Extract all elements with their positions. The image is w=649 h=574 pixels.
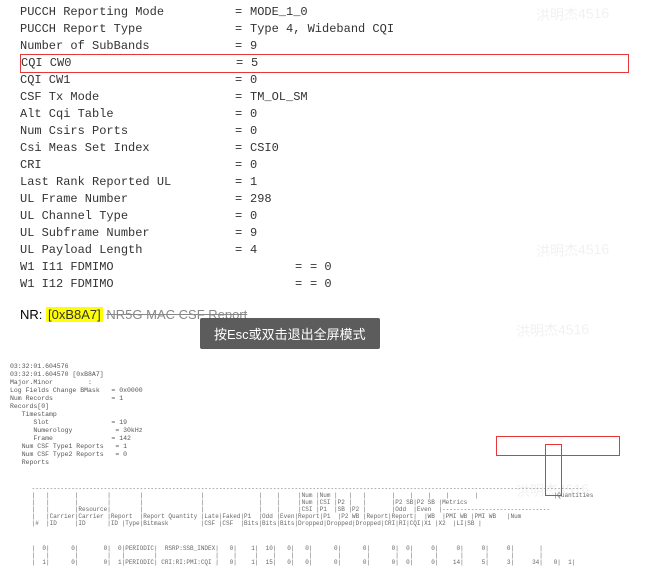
param-row: CSF Tx Mode= TM_OL_SM xyxy=(20,89,629,106)
param-row: W1 I12 FDMIMO= = 0 xyxy=(20,276,629,293)
param-row: UL Payload Length= 4 xyxy=(20,242,629,259)
param-row: UL Frame Number= 298 xyxy=(20,191,629,208)
report-table-rows: | 0| 0| 0| 0|PERIODIC| RSRP:SSB_INDEX| 0… xyxy=(10,545,593,566)
param-row: Num Csirs Ports= 0 xyxy=(20,123,629,140)
param-row: Last Rank Reported UL= 1 xyxy=(20,174,629,191)
log-section: 03:32:01.604576 03:32:01.604570 [0xB8A7]… xyxy=(10,347,593,574)
param-row: CQI CW0= 5 xyxy=(20,54,629,73)
param-row: W1 I11 FDMIMO= = 0 xyxy=(20,259,629,276)
param-row: PUCCH Reporting Mode= MODE_1_0 xyxy=(20,4,629,21)
nr-prefix: NR: xyxy=(20,307,42,322)
param-row: Number of SubBands= 9 xyxy=(20,38,629,55)
param-row: Csi Meas Set Index= CSI0 xyxy=(20,140,629,157)
report-table-header: ----------------------------------------… xyxy=(10,485,593,527)
param-row: UL Channel Type= 0 xyxy=(20,208,629,225)
fullscreen-exit-hint: 按Esc或双击退出全屏模式 xyxy=(200,318,380,349)
watermark: 洪明杰4516 xyxy=(516,319,590,342)
param-row: CRI= 0 xyxy=(20,157,629,174)
parameter-list: PUCCH Reporting Mode= MODE_1_0PUCCH Repo… xyxy=(0,0,649,293)
column-highlight-box xyxy=(545,444,562,496)
nr-code: [0xB8A7] xyxy=(46,307,103,322)
param-row: UL Subframe Number= 9 xyxy=(20,225,629,242)
param-row: CQI CW1= 0 xyxy=(20,72,629,89)
param-row: Alt Cqi Table= 0 xyxy=(20,106,629,123)
param-row: PUCCH Report Type= Type 4, Wideband CQI xyxy=(20,21,629,38)
